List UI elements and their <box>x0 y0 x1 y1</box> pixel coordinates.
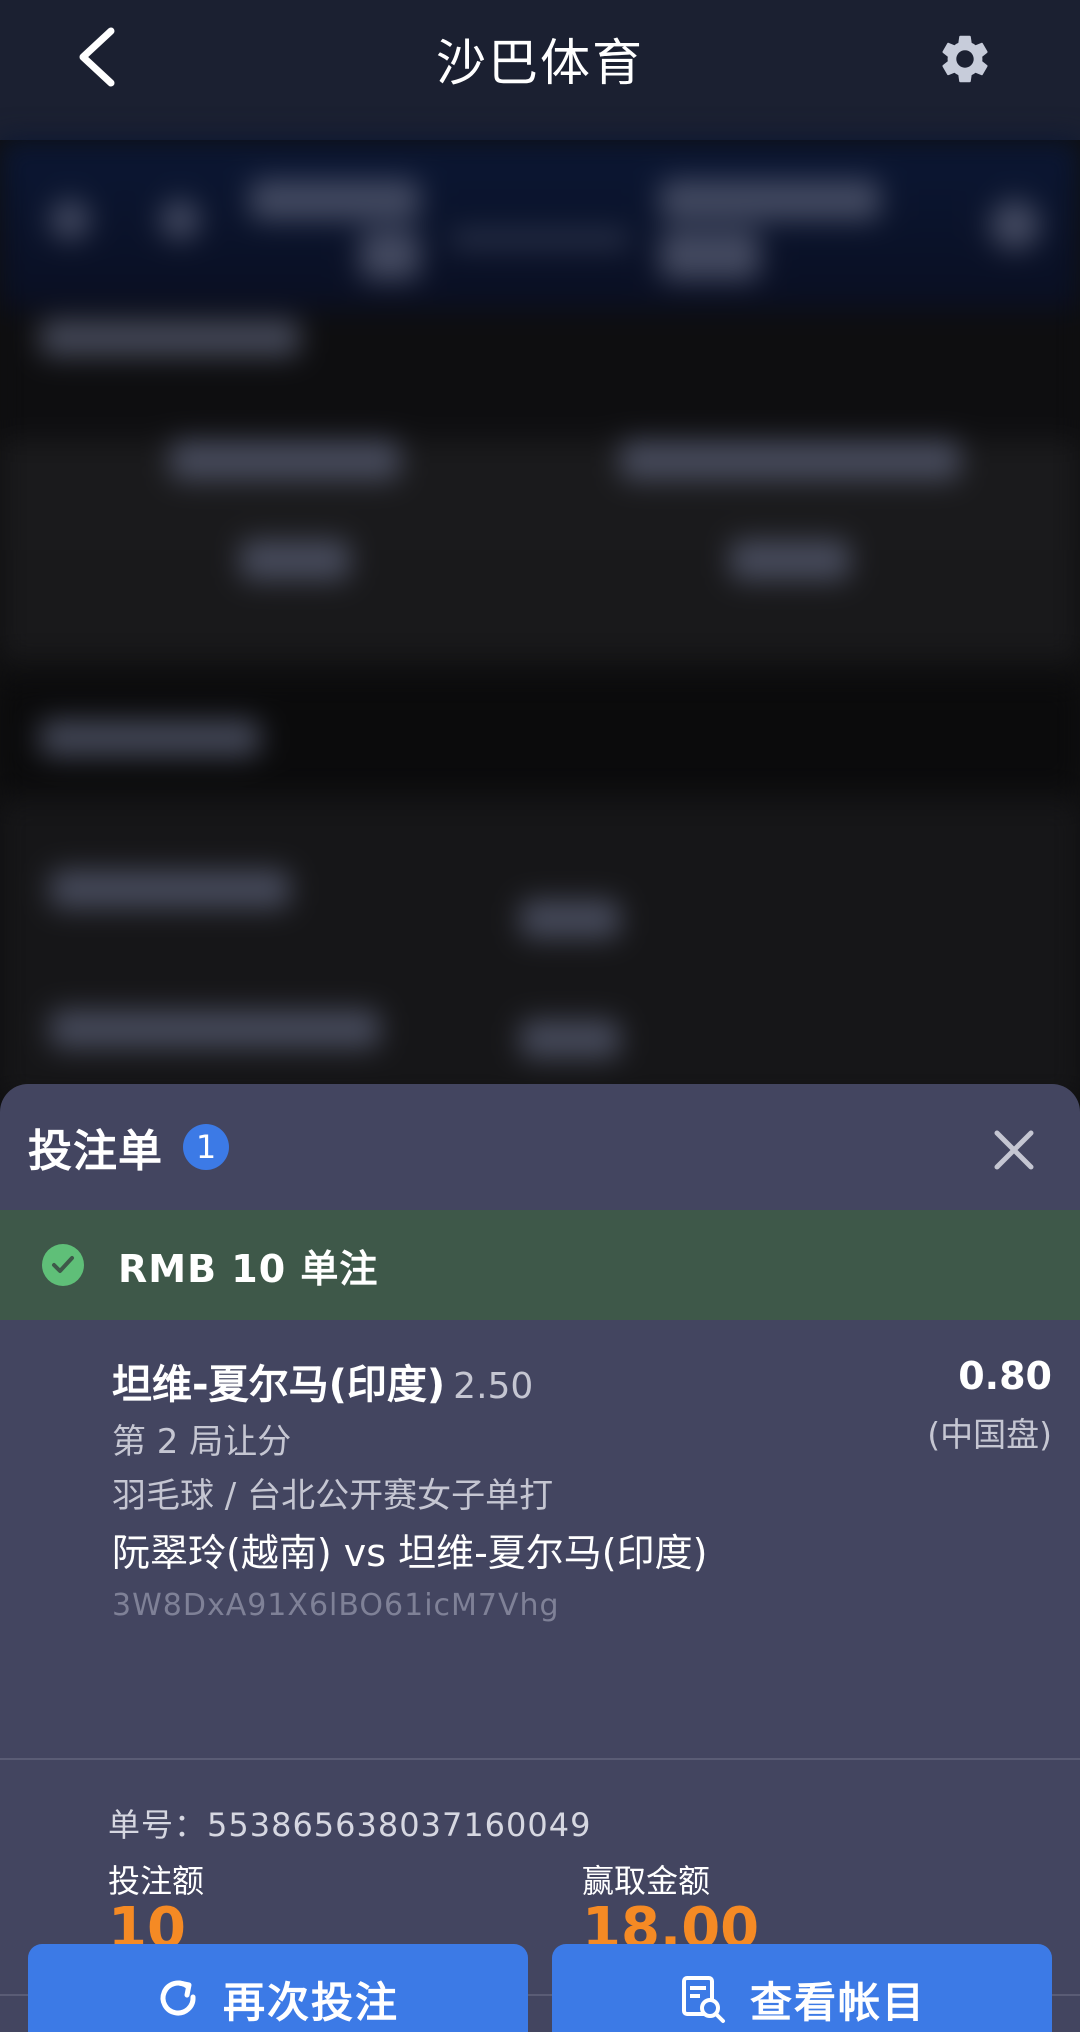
blur-shape <box>660 230 760 280</box>
refresh-icon <box>157 1977 201 2021</box>
bet-selection: 坦维-夏尔马(印度) 2.50 0.80 (中国盘) 第 2 局让分 羽毛球 / … <box>0 1320 1080 1760</box>
blur-shape <box>50 200 90 240</box>
bet-status-strip: RMB 10 单注 <box>0 1210 1080 1320</box>
odds-type: (中国盘) <box>927 1415 1052 1454</box>
blur-shape <box>730 540 850 580</box>
bet-count-badge: 1 <box>183 1124 229 1170</box>
gear-icon <box>942 35 988 83</box>
blur-shape <box>50 870 290 908</box>
blur-shape <box>450 230 630 248</box>
blur-shape <box>250 180 420 220</box>
close-button[interactable] <box>986 1122 1042 1178</box>
settings-button[interactable] <box>930 24 1000 94</box>
blur-shape <box>990 200 1040 250</box>
ticket-number: 单号：553865638037160049 <box>108 1806 592 1844</box>
selection-league: 羽毛球 / 台北公开赛女子单打 <box>112 1476 554 1516</box>
selection-match: 阮翠玲(越南) vs 坦维-夏尔马(印度) <box>112 1531 708 1575</box>
bet-slip-header: 投注单 1 <box>0 1084 1080 1210</box>
blur-shape <box>160 200 200 240</box>
view-account-button[interactable]: 查看帐目 <box>552 1944 1052 2032</box>
view-account-label: 查看帐目 <box>749 1977 926 2027</box>
blur-shape <box>50 1010 380 1048</box>
blur-shape <box>360 230 420 280</box>
bet-slip-sheet: 投注单 1 RMB 10 单注 坦维-夏尔马(印度) 2.50 0.80 (中国盘… <box>0 1084 1080 2032</box>
selection-name-line: 坦维-夏尔马(印度) 2.50 <box>112 1352 533 1410</box>
rebet-button[interactable]: 再次投注 <box>28 1944 528 2032</box>
page-title: 沙巴体育 <box>436 34 644 92</box>
blur-shape <box>520 900 620 938</box>
blur-shape <box>620 440 960 480</box>
bet-slip-title: 投注单 <box>28 1126 163 1177</box>
selection-odds: 0.80 <box>958 1354 1052 1398</box>
blur-shape <box>660 180 880 220</box>
bet-status-text: RMB 10 单注 <box>118 1246 379 1291</box>
blur-row <box>0 550 1080 660</box>
blur-shape <box>520 1020 620 1058</box>
blur-shape <box>170 440 400 480</box>
blur-shape <box>40 320 300 356</box>
close-icon <box>994 1130 1034 1170</box>
blur-shape <box>240 540 350 580</box>
selection-name: 坦维-夏尔马(印度) <box>112 1362 446 1408</box>
rebet-label: 再次投注 <box>222 1977 399 2027</box>
blur-shape <box>40 720 260 756</box>
selection-market: 第 2 局让分 <box>112 1422 292 1462</box>
top-bar: 沙巴体育 <box>0 0 1080 140</box>
selection-code: 3W8DxA91X6lBO61icM7Vhg <box>112 1588 560 1623</box>
statement-search-icon <box>678 1974 728 2024</box>
chevron-left-icon <box>79 27 115 87</box>
blurred-background <box>0 140 1080 1100</box>
back-button[interactable] <box>62 22 132 92</box>
check-circle-icon <box>42 1244 84 1286</box>
selection-handicap: 2.50 <box>453 1366 534 1407</box>
